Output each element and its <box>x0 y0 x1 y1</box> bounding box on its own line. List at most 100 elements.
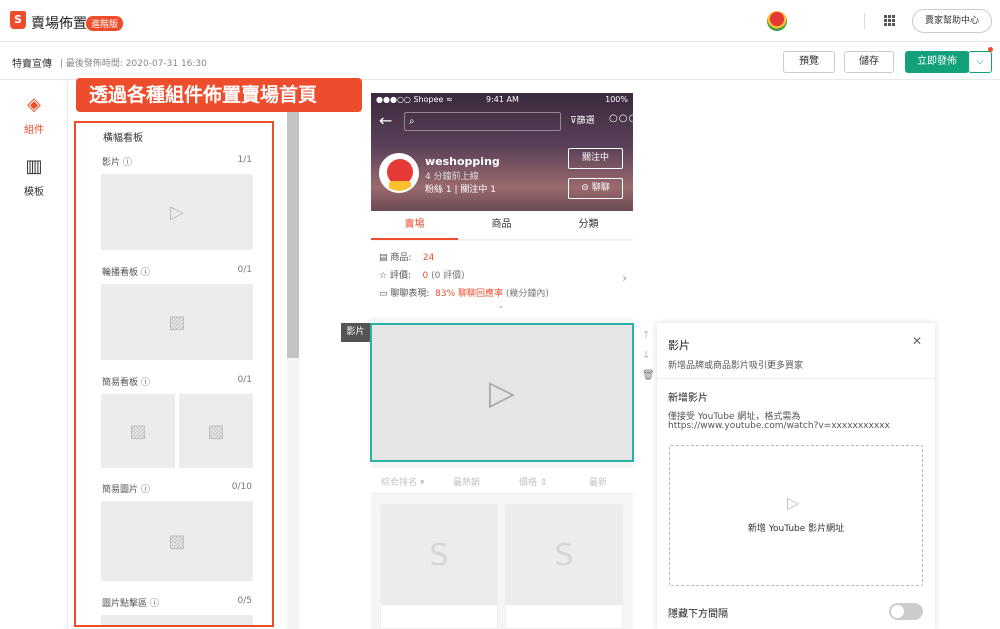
simple-banner-tile-left[interactable]: ▨ <box>101 394 175 468</box>
widget-label-carousel: 輪播看板 ⓘ <box>102 268 150 278</box>
plan-badge: 進階版 <box>86 16 124 31</box>
status-time: 9:41 AM <box>486 95 519 104</box>
video-settings-panel: 影片 ✕ 新增品牌或商品影片吸引更多買家 新增影片 僅接受 YouTube 網址… <box>657 323 935 629</box>
simple-banner-tile-right[interactable]: ▨ <box>179 394 253 468</box>
product-card[interactable]: S <box>505 504 623 629</box>
video-icon: ▷ <box>170 201 184 223</box>
follow-button[interactable]: 關注中 <box>568 148 623 169</box>
image-icon: ▨ <box>129 420 147 442</box>
shopee-bag-icon: S <box>506 505 622 605</box>
shop-stats: 粉絲 1 | 關注中 1 <box>425 185 496 195</box>
video-placeholder-icon: ▷ <box>488 372 516 413</box>
tab-categories[interactable]: 分類 <box>545 211 632 240</box>
component-panel: 橫幅看板 影片 ⓘ 1/1 ▷ 輪播看板 ⓘ 0/1 ▨ 簡易看板 ⓘ 0/1 … <box>74 121 274 627</box>
chevron-right-icon: › <box>622 271 627 285</box>
tab-shop[interactable]: 賣場 <box>371 211 458 240</box>
widget-count-simple-image: 0/10 <box>231 482 252 492</box>
chat-performance-value: 83% 聊聊回應率 <box>435 289 504 299</box>
sort-price[interactable]: 價格 ⇕ <box>519 475 547 488</box>
rating-row: ☆ 評價: 0 (0 評價) <box>379 268 465 281</box>
tab-products[interactable]: 商品 <box>458 211 545 240</box>
rating-label: 評價: <box>389 271 411 281</box>
widget-label-simple-image: 簡易圖片 ⓘ <box>102 485 150 495</box>
publish-dropdown-button[interactable]: ⌵ <box>968 51 992 73</box>
star-icon: ☆ <box>379 271 388 281</box>
shop-tabs: 賣場 商品 分類 <box>371 211 633 240</box>
products-label: 商品: <box>390 253 412 263</box>
apps-grid-icon[interactable] <box>884 15 895 26</box>
add-youtube-url-label: 新增 YouTube 影片網址 <box>747 524 845 534</box>
sort-latest[interactable]: 最新 <box>589 475 607 488</box>
sort-top-sales[interactable]: 最熱銷 <box>453 475 480 488</box>
products-icon: ▤ <box>379 253 388 263</box>
top-bar: S 賣場佈置 進階版 賣家幫助中心 <box>0 0 1000 42</box>
page-name[interactable]: 特賣宣傳 <box>12 55 52 70</box>
help-center-button[interactable]: 賣家幫助中心 <box>912 9 992 33</box>
delete-icon[interactable]: 🗑 <box>642 370 655 381</box>
move-down-icon[interactable]: ↓ <box>642 350 650 361</box>
chat-bubble-icon: ▭ <box>379 289 388 299</box>
search-icon: ⌕ <box>409 116 415 127</box>
nav-item-label: 組件 <box>24 125 44 136</box>
video-block-tag: 影片 <box>341 323 370 342</box>
add-youtube-url-area[interactable]: ▷ 新增 YouTube 影片網址 <box>669 445 923 586</box>
move-up-icon[interactable]: ↑ <box>642 330 650 341</box>
callout-banner: 透過各種組件佈置賣場首頁 <box>76 78 362 112</box>
battery-text: 100% <box>605 95 628 104</box>
chat-performance-label: 聊聊表現: <box>390 289 430 299</box>
youtube-format-example: https://www.youtube.com/watch?v=xxxxxxxx… <box>668 421 890 431</box>
divider <box>864 13 865 29</box>
image-icon: ▨ <box>168 311 186 333</box>
template-icon: ▥ <box>25 156 43 177</box>
filter-button[interactable]: ⊽篩選 <box>570 113 595 126</box>
simple-image-widget-tile[interactable]: ▨ <box>101 501 253 581</box>
back-arrow-icon[interactable]: ← <box>379 111 392 130</box>
product-card[interactable]: S <box>380 504 498 629</box>
widget-count-video: 1/1 <box>237 155 252 165</box>
widget-label-video: 影片 ⓘ <box>102 158 132 168</box>
nav-item-templates[interactable]: ▥ 模板 <box>0 151 68 211</box>
carousel-widget-tile[interactable]: ▨ <box>101 284 253 360</box>
funnel-icon: ⊽ <box>570 116 577 126</box>
shop-search-input[interactable]: ⌕ <box>404 112 561 131</box>
widget-count-carousel: 0/1 <box>237 265 252 275</box>
widget-label-image-hotspot: 圖片點擊區 ⓘ <box>102 599 159 609</box>
user-avatar[interactable] <box>767 11 787 31</box>
chat-performance-note: (幾分鐘內) <box>505 289 549 299</box>
sort-relevance[interactable]: 綜合排名 ▾ <box>381 475 424 488</box>
products-value: 24 <box>422 253 435 263</box>
widget-count-simple-banner: 0/1 <box>237 375 252 385</box>
video-block-selected[interactable]: ▷ <box>370 323 634 462</box>
close-icon[interactable]: ✕ <box>912 334 922 348</box>
shop-name: weshopping <box>425 155 500 168</box>
shop-avatar <box>379 153 419 193</box>
panel-scrollbar-thumb[interactable] <box>287 112 299 358</box>
panel-title: 橫幅看板 <box>103 133 143 144</box>
image-icon: ▨ <box>168 530 186 552</box>
app-title: 賣場佈置 <box>31 16 87 32</box>
sort-bar: 綜合排名 ▾ 最熱銷 價格 ⇕ 最新 <box>371 468 633 494</box>
shop-info[interactable]: ▤ 商品: 24 ☆ 評價: 0 (0 評價) ▭ 聊聊表現: 83% 聊聊回應… <box>371 241 633 318</box>
video-widget-tile[interactable]: ▷ <box>101 174 253 250</box>
notification-dot <box>988 47 993 52</box>
shop-header: ●●●○○ Shopee ≈ 9:41 AM 100% ← ⌕ ⊽篩選 ○○○ … <box>371 93 633 211</box>
publish-now-button[interactable]: 立即發佈 <box>905 51 969 73</box>
nav-item-components[interactable]: ◈ 組件 <box>0 89 68 149</box>
shop-last-online: 4 分鐘前上線 <box>425 172 479 182</box>
image-icon: ▨ <box>207 420 225 442</box>
hide-spacing-toggle[interactable] <box>889 603 923 620</box>
settings-title: 影片 <box>668 339 690 352</box>
left-nav: ◈ 組件 ▥ 模板 <box>0 81 68 629</box>
more-icon[interactable]: ○○○ <box>609 113 633 124</box>
chevron-down-icon[interactable]: ⌄ <box>497 301 505 311</box>
panel-scrollbar-track <box>287 358 299 629</box>
divider <box>657 378 935 379</box>
last-publish-time: | 最後發佈時間: 2020-07-31 16:30 <box>60 59 207 69</box>
preview-button[interactable]: 預覽 <box>783 51 835 73</box>
chat-button[interactable]: ⊝ 聊聊 <box>568 178 623 199</box>
image-hotspot-widget-tile[interactable] <box>101 615 253 625</box>
settings-description: 新增品牌或商品影片吸引更多買家 <box>668 361 804 371</box>
save-button[interactable]: 儲存 <box>844 51 894 73</box>
products-row: ▤ 商品: 24 <box>379 250 434 263</box>
status-bar: ●●●○○ Shopee ≈ 9:41 AM 100% <box>376 95 628 104</box>
